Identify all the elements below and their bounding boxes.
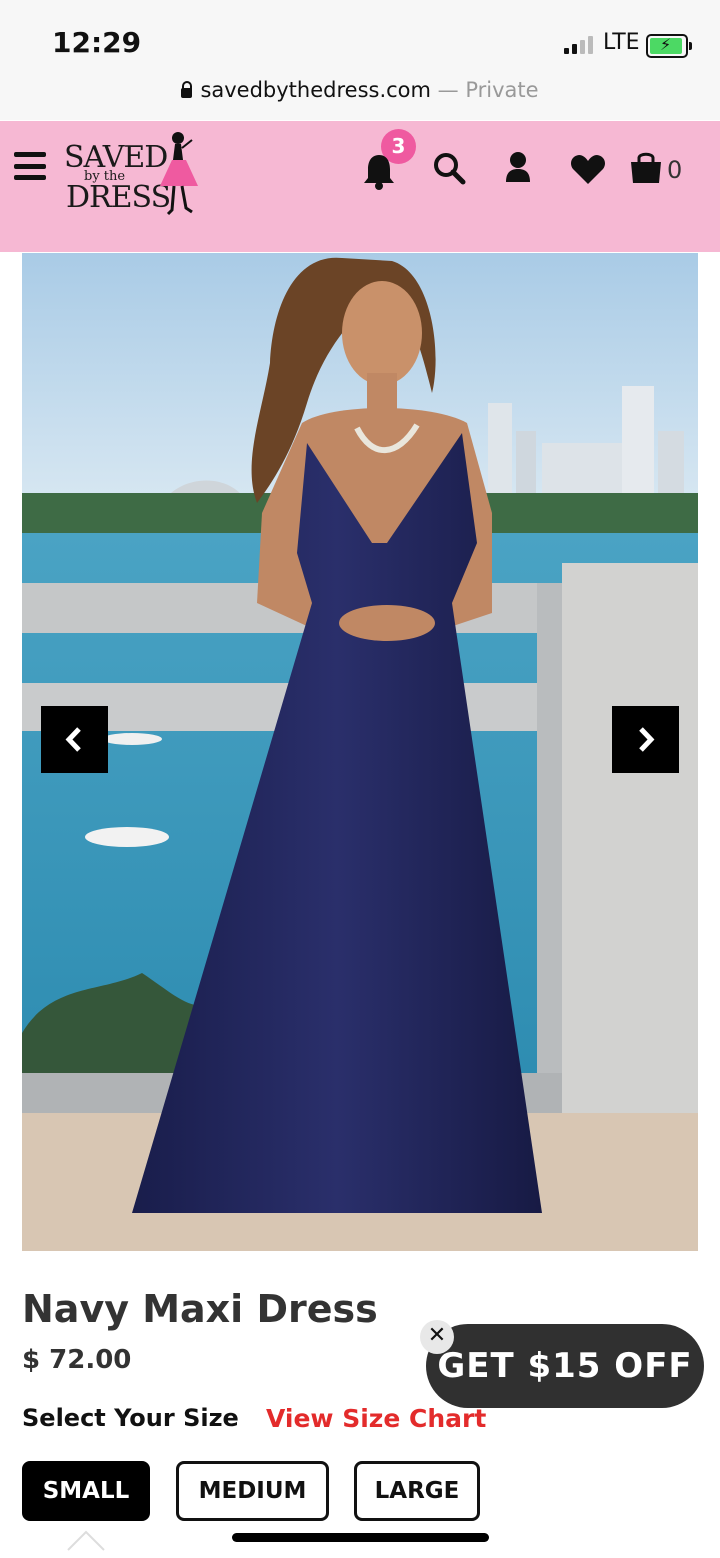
search-icon[interactable] [432,151,466,185]
status-bar: 12:29 LTE ⚡ savedbythedress.com — Privat… [0,0,720,120]
promo-button[interactable]: GET $15 OFF [426,1324,704,1408]
size-small-button[interactable]: SMALL [22,1461,150,1521]
private-mode-label: Private [465,78,539,102]
product-photo [22,253,698,1251]
prev-image-button[interactable] [41,706,108,773]
chevron-left-icon [65,727,81,752]
scroll-up-caret-icon [67,1530,105,1551]
url-bar[interactable]: savedbythedress.com — Private [0,78,720,102]
account-icon[interactable] [504,151,532,183]
logo-line-3: DRESS [66,180,171,215]
size-chart-link[interactable]: View Size Chart [266,1404,486,1433]
product-title: Navy Maxi Dress [22,1287,378,1331]
url-text: savedbythedress.com [200,78,431,102]
cart-icon[interactable] [629,150,663,184]
signal-icon [564,36,593,54]
promo-close-button[interactable]: ✕ [420,1320,454,1354]
next-image-button[interactable] [612,706,679,773]
cart-count: 0 [667,156,683,184]
url-separator: — [430,78,466,102]
size-medium-button[interactable]: MEDIUM [176,1461,329,1521]
network-label: LTE [603,30,640,55]
menu-icon[interactable] [14,152,46,180]
product-price: $ 72.00 [22,1345,132,1375]
lock-icon [181,81,193,98]
heart-icon[interactable] [570,153,606,185]
size-large-button[interactable]: LARGE [354,1461,480,1521]
product-image[interactable] [22,253,698,1251]
clock: 12:29 [52,26,142,59]
logo-figure-icon [160,132,198,216]
bell-icon[interactable] [362,152,396,190]
home-indicator[interactable] [232,1533,489,1542]
select-size-label: Select Your Size [22,1404,239,1432]
chevron-right-icon [639,727,655,752]
battery-icon: ⚡ [646,34,692,58]
site-logo[interactable]: SAVED by the DRESS [62,132,207,222]
